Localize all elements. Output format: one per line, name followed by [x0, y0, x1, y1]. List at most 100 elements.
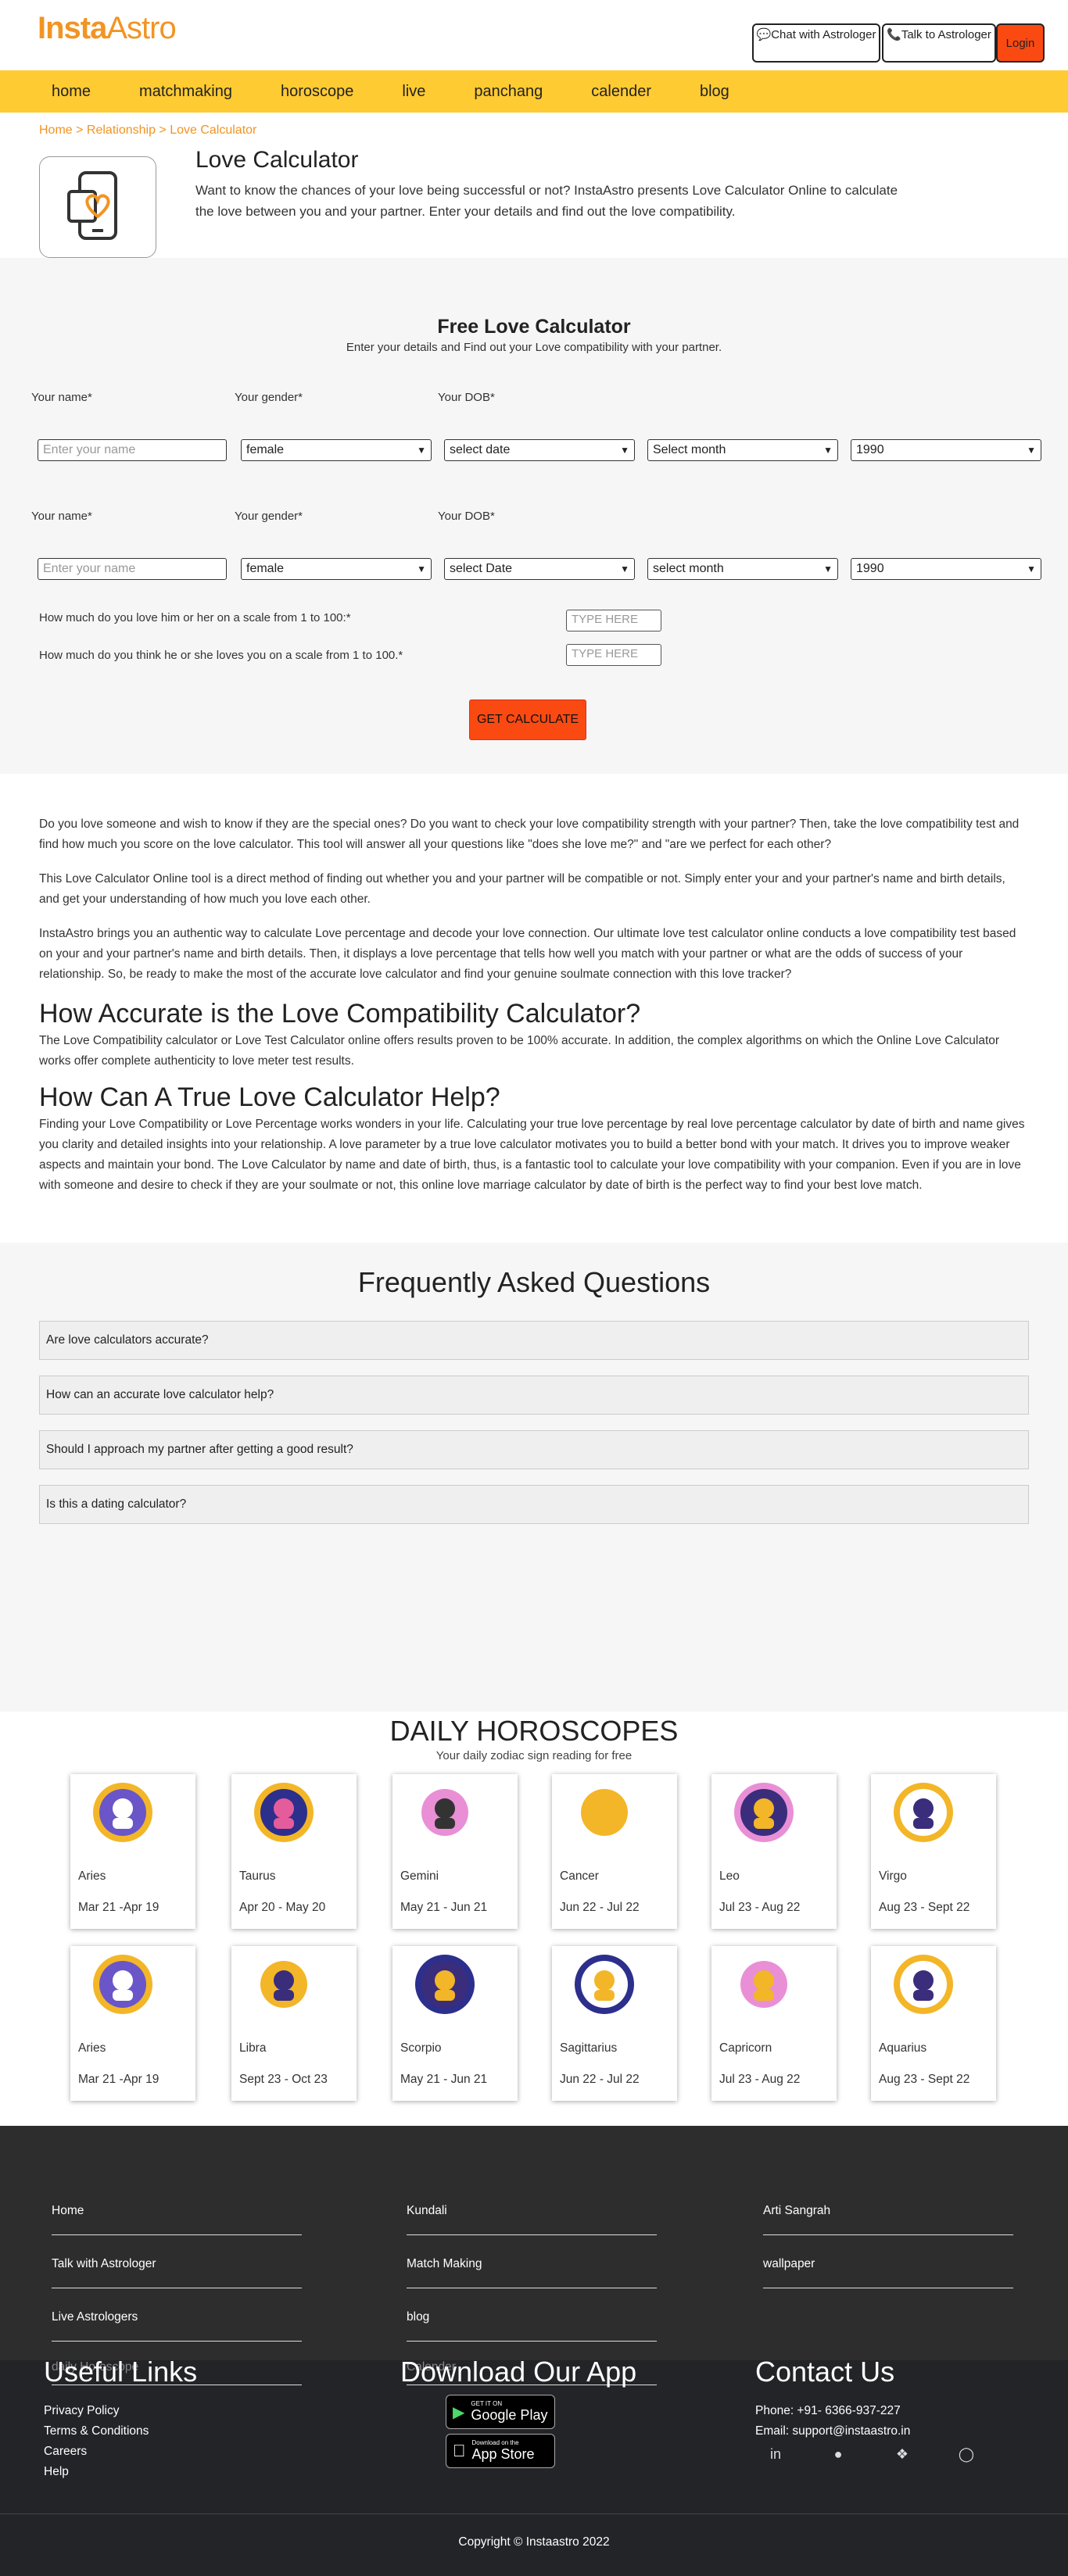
sign-name: Scorpio	[400, 2041, 442, 2055]
year-select-2[interactable]: 1990 ▼	[851, 558, 1041, 580]
footer-link-wallpaper[interactable]: wallpaper	[763, 2257, 1013, 2288]
sign-name: Gemini	[400, 1869, 439, 1883]
gender-select-1[interactable]: female ▼	[241, 439, 432, 461]
hero-section: Love Calculator Want to know the chances…	[0, 141, 1068, 258]
virgo-icon	[891, 1780, 955, 1844]
chevron-down-icon: ▼	[1027, 564, 1036, 574]
faq-section: Frequently Asked Questions Are love calc…	[0, 1243, 1068, 1712]
chevron-down-icon: ▼	[620, 564, 629, 574]
love-question-1: How much do you love him or her on a sca…	[39, 611, 351, 624]
sign-dates: May 21 - Jun 21	[400, 2073, 488, 2086]
nav-blog[interactable]: blog	[700, 83, 729, 101]
faq-item[interactable]: How can an accurate love calculator help…	[39, 1376, 1029, 1415]
horoscope-card[interactable]: Aries Mar 21 -Apr 19	[70, 1946, 195, 2101]
chevron-down-icon: ▼	[620, 445, 629, 456]
get-calculate-button[interactable]: GET CALCULATE	[469, 699, 586, 740]
app-store-button[interactable]:  Download on theApp Store	[446, 2434, 555, 2468]
horoscope-card[interactable]: Capricorn Jul 23 - Aug 22	[711, 1946, 837, 2101]
footer-link-live-astrologers[interactable]: Live Astrologers	[52, 2310, 302, 2342]
nav-home[interactable]: home	[52, 83, 91, 101]
instagram-icon[interactable]: ◯	[957, 2446, 976, 2465]
sign-name: Capricorn	[719, 2041, 772, 2055]
talk-to-astrologer-button[interactable]: 📞Talk to Astrologer	[882, 23, 996, 63]
facebook-icon[interactable]: ●	[829, 2446, 848, 2465]
footer-link-match-making[interactable]: Match Making	[407, 2257, 657, 2288]
page-description: Want to know the chances of your love be…	[195, 183, 898, 219]
google-play-icon: ▶	[453, 2403, 465, 2421]
date-select-2[interactable]: select Date ▼	[444, 558, 635, 580]
nav-matchmaking[interactable]: matchmaking	[139, 83, 232, 101]
footer-link-blog[interactable]: blog	[407, 2310, 657, 2342]
month-select-2[interactable]: select month ▼	[647, 558, 838, 580]
twitter-icon[interactable]: ❖	[893, 2446, 912, 2465]
footer-link-home[interactable]: Home	[52, 2204, 302, 2235]
faq-item[interactable]: Should I approach my partner after getti…	[39, 1430, 1029, 1469]
article-section: Do you love someone and wish to know if …	[0, 774, 1068, 1243]
horoscope-card[interactable]: Taurus Apr 20 - May 20	[231, 1774, 357, 1929]
article-paragraph: Do you love someone and wish to know if …	[39, 818, 1020, 851]
chevron-down-icon: ▼	[823, 564, 833, 574]
footer-link-privacy[interactable]: Privacy Policy	[44, 2404, 119, 2418]
useful-links-title: Useful Links	[44, 2356, 198, 2388]
label-name-2: Your name*	[31, 510, 92, 523]
login-button[interactable]: Login	[996, 23, 1045, 63]
footer-link-terms[interactable]: Terms & Conditions	[44, 2424, 149, 2438]
footer-link-careers[interactable]: Careers	[44, 2445, 87, 2459]
taurus-icon	[252, 1780, 316, 1844]
sign-dates: Jul 23 - Aug 22	[719, 1901, 801, 1914]
aries-icon	[91, 1952, 155, 2016]
year-select-1[interactable]: 1990 ▼	[851, 439, 1041, 461]
name-input-2[interactable]: Enter your name	[38, 558, 227, 580]
horoscopes-subtitle: Your daily zodiac sign reading for free	[435, 1749, 633, 1762]
label-gender-2: Your gender*	[235, 510, 303, 523]
horoscope-card[interactable]: Sagittarius Jun 22 - Jul 22	[552, 1946, 677, 2101]
footer: Home Talk with Astrologer Live Astrologe…	[0, 2126, 1068, 2576]
horoscope-card[interactable]: Aquarius Aug 23 - Sept 22	[871, 1946, 996, 2101]
horoscope-card[interactable]: Virgo Aug 23 - Sept 22	[871, 1774, 996, 1929]
label-gender-1: Your gender*	[235, 391, 303, 404]
label-dob-2: Your DOB*	[438, 510, 495, 523]
breadcrumb[interactable]: Home > Relationship > Love Calculator	[0, 113, 1068, 141]
love-score-input-2[interactable]: TYPE HERE	[566, 644, 661, 666]
love-phone-icon	[39, 156, 156, 258]
name-input-1[interactable]: Enter your name	[38, 439, 227, 461]
footer-info: daily Horoscope Calender Useful Links Do…	[0, 2356, 1068, 2513]
sign-dates: Jun 22 - Jul 22	[560, 1901, 640, 1914]
love-score-input-1[interactable]: TYPE HERE	[566, 610, 661, 631]
top-header: InstaAstro 💬Chat with Astrologer 📞Talk t…	[0, 0, 1068, 70]
capricorn-icon	[732, 1952, 796, 2016]
horoscope-card[interactable]: Libra Sept 23 - Oct 23	[231, 1946, 357, 2101]
horoscope-card[interactable]: Gemini May 21 - Jun 21	[392, 1774, 518, 1929]
sign-name: Leo	[719, 1869, 740, 1883]
google-play-button[interactable]: ▶ GET IT ON Google Play	[446, 2395, 555, 2429]
horoscope-card[interactable]: Aries Mar 21 -Apr 19	[70, 1774, 195, 1929]
month-select-1[interactable]: Select month ▼	[647, 439, 838, 461]
footer-link-kundali[interactable]: Kundali	[407, 2204, 657, 2235]
footer-link-talk-astrologer[interactable]: Talk with Astrologer	[52, 2257, 302, 2288]
nav-live[interactable]: live	[402, 83, 425, 101]
footer-link-arti-sangrah[interactable]: Arti Sangrah	[763, 2204, 1013, 2235]
faq-item[interactable]: Is this a dating calculator?	[39, 1485, 1029, 1524]
horoscope-card[interactable]: Cancer Jun 22 - Jul 22	[552, 1774, 677, 1929]
daily-horoscopes-section: DAILY HOROSCOPES Your daily zodiac sign …	[0, 1712, 1068, 2126]
sign-dates: Sept 23 - Oct 23	[239, 2073, 328, 2086]
contact-email[interactable]: Email: support@instaastro.in	[755, 2424, 910, 2438]
nav-horoscope[interactable]: horoscope	[281, 83, 353, 101]
main-nav: home matchmaking horoscope live panchang…	[0, 70, 1068, 113]
site-logo[interactable]: InstaAstro	[38, 11, 177, 46]
nav-calender[interactable]: calender	[591, 83, 651, 101]
sign-name: Sagittarius	[560, 2041, 618, 2055]
horoscope-card[interactable]: Leo Jul 23 - Aug 22	[711, 1774, 837, 1929]
chat-with-astrologer-button[interactable]: 💬Chat with Astrologer	[752, 23, 880, 63]
footer-links: Home Talk with Astrologer Live Astrologe…	[0, 2126, 1068, 2360]
gender-select-2[interactable]: female ▼	[241, 558, 432, 580]
sign-name: Libra	[239, 2041, 267, 2055]
faq-item[interactable]: Are love calculators accurate?	[39, 1321, 1029, 1360]
article-paragraph: This Love Calculator Online tool is a di…	[39, 872, 1005, 906]
date-select-1[interactable]: select date ▼	[444, 439, 635, 461]
footer-link-help[interactable]: Help	[44, 2465, 69, 2479]
linkedin-icon[interactable]: in	[766, 2446, 785, 2465]
nav-panchang[interactable]: panchang	[474, 83, 543, 101]
love-calculator-form: Free Love Calculator Enter your details …	[0, 258, 1068, 774]
horoscope-card[interactable]: Scorpio May 21 - Jun 21	[392, 1946, 518, 2101]
